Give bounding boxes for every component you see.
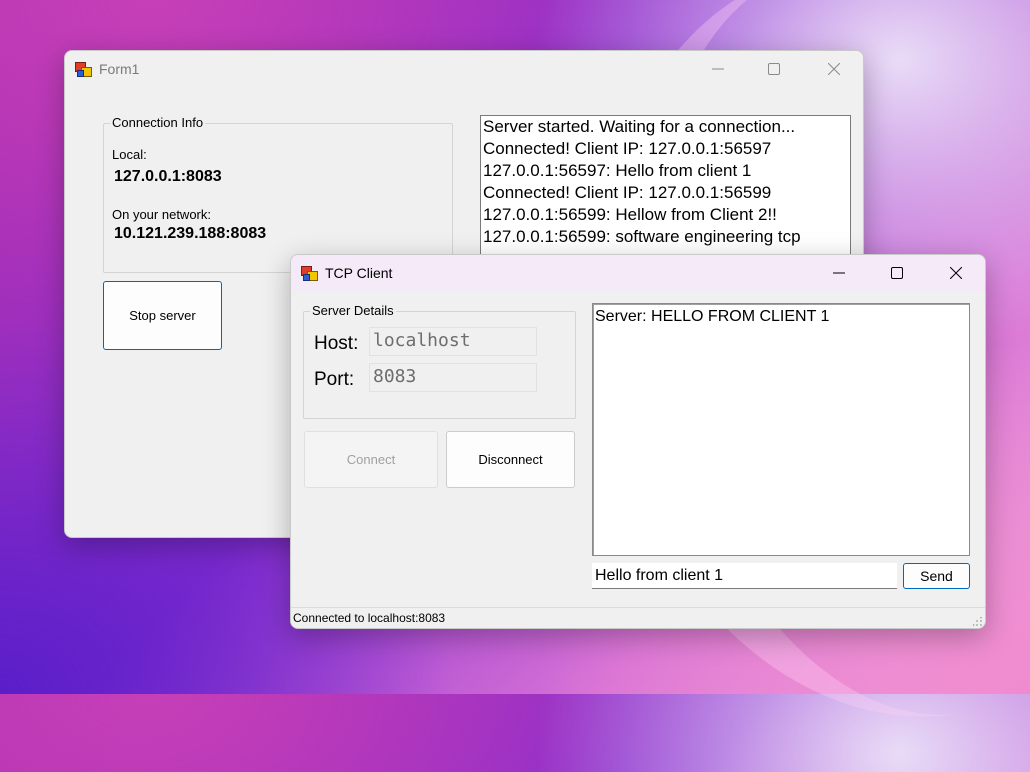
log-line: 127.0.0.1:56597: Hello from client 1	[483, 161, 752, 180]
minimize-icon	[833, 272, 845, 274]
local-address: 127.0.0.1:8083	[114, 168, 222, 185]
app-icon	[75, 62, 92, 77]
host-label: Host:	[314, 333, 359, 354]
network-address: 10.121.239.188:8083	[114, 225, 267, 242]
port-input[interactable]: 8083	[369, 363, 537, 392]
maximize-button[interactable]	[751, 51, 797, 87]
form1-title: Form1	[99, 61, 140, 77]
app-icon	[301, 266, 318, 281]
port-label: Port:	[314, 369, 355, 390]
form1-titlebar[interactable]: Form1	[65, 51, 863, 87]
minimize-button[interactable]	[816, 255, 862, 291]
send-button[interactable]: Send	[903, 563, 970, 589]
message-input[interactable]: Hello from client 1	[592, 563, 897, 589]
status-bar: Connected to localhost:8083	[291, 607, 985, 628]
message-line: Server: HELLO FROM CLIENT 1	[595, 308, 830, 325]
close-button[interactable]	[811, 51, 857, 87]
log-line: 127.0.0.1:56599: Hellow from Client 2!!	[483, 205, 777, 224]
close-icon	[828, 63, 840, 75]
server-details-legend: Server Details	[310, 303, 396, 318]
server-details-group: Server Details Host: localhost Port: 808…	[303, 303, 576, 419]
disconnect-button[interactable]: Disconnect	[446, 431, 575, 488]
stop-server-button[interactable]: Stop server	[103, 281, 222, 350]
messages-list[interactable]: Server: HELLO FROM CLIENT 1	[592, 303, 970, 556]
log-line: Connected! Client IP: 127.0.0.1:56599	[483, 183, 772, 202]
maximize-button[interactable]	[874, 255, 920, 291]
minimize-button[interactable]	[695, 51, 741, 87]
maximize-icon	[768, 63, 780, 75]
log-line: Server started. Waiting for a connection…	[483, 117, 796, 136]
connection-info-group: Connection Info Local: 127.0.0.1:8083 On…	[103, 115, 453, 273]
close-icon	[950, 267, 962, 279]
minimize-icon	[712, 68, 724, 70]
network-label: On your network:	[112, 207, 211, 222]
connect-button[interactable]: Connect	[304, 431, 438, 488]
local-label: Local:	[112, 147, 147, 162]
tcp-client-title: TCP Client	[325, 265, 393, 281]
log-line: Connected! Client IP: 127.0.0.1:56597	[483, 139, 772, 158]
status-text: Connected to localhost:8083	[293, 611, 446, 625]
log-line: 127.0.0.1:56599: software engineering tc…	[483, 227, 801, 246]
host-input[interactable]: localhost	[369, 327, 537, 356]
maximize-icon	[891, 267, 903, 279]
resize-grip-icon[interactable]	[973, 617, 983, 627]
connection-info-legend: Connection Info	[110, 115, 206, 130]
close-button[interactable]	[933, 255, 979, 291]
tcp-client-titlebar[interactable]: TCP Client	[291, 255, 985, 291]
tcp-client-window: TCP Client Server Details Host: localhos…	[290, 254, 986, 629]
